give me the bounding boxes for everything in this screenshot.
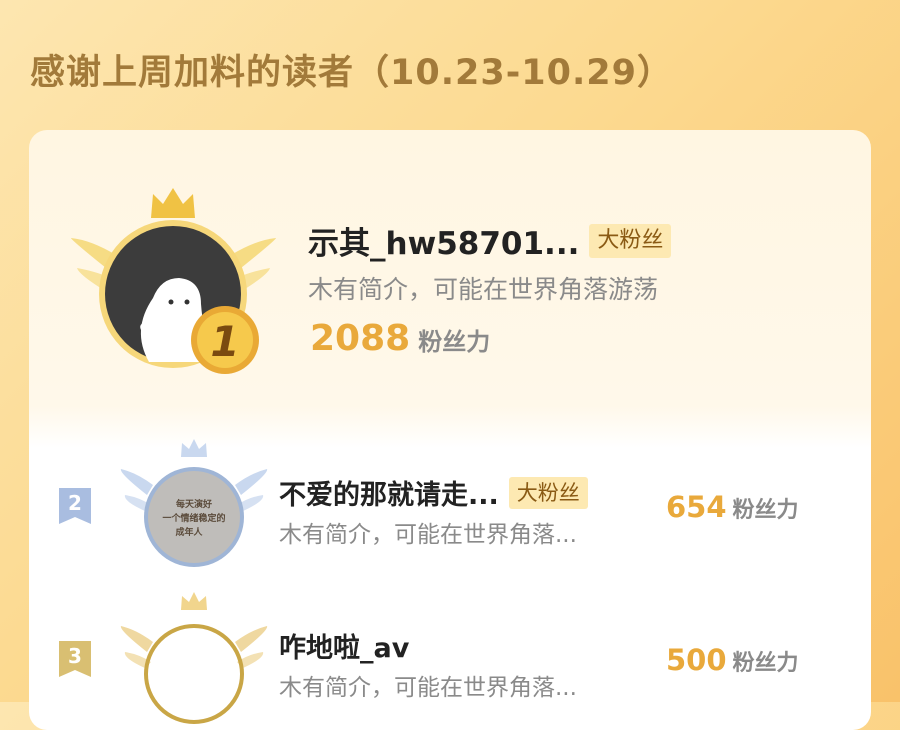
- svg-text:1: 1: [210, 317, 239, 366]
- fan-score: 500 粉丝力: [666, 643, 799, 677]
- fan-name-text[interactable]: 不爱的那就请走...: [279, 473, 499, 512]
- fan-level-badge: 大粉丝: [589, 223, 672, 258]
- fan-power-unit: 粉丝力: [732, 651, 799, 676]
- list-item[interactable]: 3 咋地啦_av 木有简介，可能在世界角落... 500 粉丝力: [29, 588, 871, 730]
- list-item[interactable]: 2 每天演好 一个情绪稳定的 成年人 不爱的那就请走... 大粉丝 木有简介，可…: [29, 435, 871, 585]
- avatar-text-line: 一个情绪稳定的: [162, 512, 225, 524]
- fan-level-badge: 大粉丝: [508, 476, 588, 509]
- wings-icon: [120, 626, 268, 668]
- crown-icon: [151, 188, 195, 218]
- rank-number: 2: [68, 491, 82, 515]
- silver-rank-badge: 每天演好 一个情绪稳定的 成年人: [120, 439, 268, 567]
- top-fan-name[interactable]: 示其_hw58701... 大粉丝: [308, 218, 672, 263]
- fans-ranking-card: 1 示其_hw58701... 大粉丝 木有简介，可能在世界角落游荡 2088 粉…: [29, 130, 871, 730]
- top-fan-bio: 木有简介，可能在世界角落游荡: [308, 275, 659, 304]
- fan-power-value: 500: [666, 643, 727, 677]
- bronze-rank-badge: [120, 592, 268, 724]
- medal-1-icon: 1: [191, 306, 259, 374]
- top-fan-name-text[interactable]: 示其_hw58701...: [308, 218, 579, 263]
- fan-bio: 木有简介，可能在世界角落...: [279, 675, 577, 701]
- fan-bio: 木有简介，可能在世界角落...: [279, 522, 577, 548]
- rank-number: 3: [68, 644, 82, 668]
- fan-name-text[interactable]: 咋地啦_av: [279, 626, 409, 665]
- fan-power-unit: 粉丝力: [732, 498, 799, 523]
- crown-icon: [181, 592, 207, 610]
- fan-name[interactable]: 咋地啦_av: [279, 626, 409, 665]
- fan-power-value: 2088: [310, 318, 411, 359]
- fan-score: 654 粉丝力: [666, 490, 799, 524]
- crown-icon: [181, 439, 207, 457]
- fan-power-unit: 粉丝力: [418, 328, 491, 356]
- avatar: [144, 624, 244, 724]
- top-fan-score: 2088 粉丝力: [310, 318, 490, 359]
- avatar-text-line: 成年人: [175, 526, 203, 538]
- avatar-text-line: 每天演好: [176, 498, 212, 510]
- fan-power-value: 654: [666, 490, 727, 524]
- page-title: 感谢上周加料的读者（10.23-10.29）: [30, 53, 673, 93]
- gold-rank-badge: 1: [71, 188, 276, 374]
- fan-name[interactable]: 不爱的那就请走... 大粉丝: [279, 473, 588, 512]
